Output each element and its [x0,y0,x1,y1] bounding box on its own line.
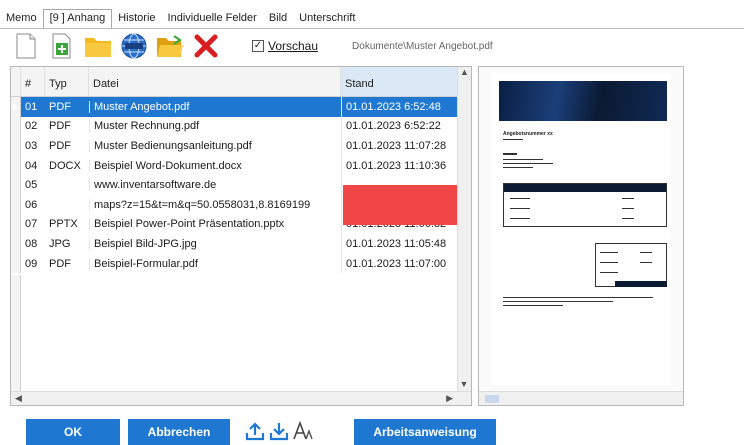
preview-doc-title: Angebotsnummer xx [503,131,553,137]
preview-checkbox[interactable]: ✓ Vorschau [252,39,318,53]
horizontal-scrollbar[interactable]: ◀ ▶ [11,391,471,405]
tab-memo[interactable]: Memo [0,9,43,28]
column-header-datei[interactable]: Datei [89,67,341,96]
tab-unterschrift[interactable]: Unterschrift [293,9,361,28]
tab-divider [0,28,744,29]
tab-bild[interactable]: Bild [263,9,293,28]
table-row[interactable]: 08 JPG Beispiel Bild-JPG.jpg 01.01.2023 … [11,234,459,254]
vertical-scrollbar[interactable]: ▲ ▼ [457,67,471,391]
table-header: # Typ Datei Stand [11,67,459,97]
table-row[interactable]: 04 DOCX Beispiel Word-Dokument.docx 01.0… [11,155,459,176]
new-document-icon[interactable] [10,31,42,61]
open-folder-icon[interactable] [154,31,186,61]
highlight-block [343,185,459,225]
preview-file-path: Dokumente\Muster Angebot.pdf [352,40,493,52]
table-row[interactable]: 02 PDF Muster Rechnung.pdf 01.01.2023 6:… [11,116,459,137]
delete-icon[interactable] [190,31,222,61]
tab-anhang[interactable]: [9 ] Anhang [42,9,113,29]
tab-historie[interactable]: Historie [112,9,161,28]
font-size-icon[interactable] [292,419,314,443]
tab-individuelle-felder[interactable]: Individuelle Felder [162,9,263,28]
preview-total-bar [615,281,667,287]
table-row[interactable]: 03 PDF Muster Bedienungsanleitung.pdf 01… [11,136,459,156]
table-row[interactable]: 09 PDF Beispiel-Formular.pdf 01.01.2023 … [11,253,459,274]
add-file-icon[interactable] [46,31,78,61]
cancel-button[interactable]: Abbrechen [128,419,230,445]
attachment-table: # Typ Datei Stand ▶ 01 PDF Muster Angebo… [10,66,472,406]
preview-scrollbar[interactable] [479,391,683,405]
column-header-number[interactable]: # [21,67,45,96]
column-header-typ[interactable]: Typ [45,67,89,96]
table-row[interactable]: ▶ 01 PDF Muster Angebot.pdf 01.01.2023 6… [11,97,459,117]
document-preview: Angebotsnummer xx [478,66,684,406]
checkbox-icon: ✓ [252,40,264,52]
preview-table [503,183,667,227]
folder-icon[interactable] [82,31,114,61]
preview-header-image [499,81,667,121]
row-indicator-icon: ▶ [11,97,21,117]
scroll-up-icon[interactable]: ▲ [458,67,471,77]
toolbar: ✓ Vorschau Dokumente\Muster Angebot.pdf [10,30,493,62]
preview-page-thumbnail: Angebotsnummer xx [491,73,671,385]
scroll-left-icon[interactable]: ◀ [15,393,22,404]
tab-bar: Memo [9 ] Anhang Historie Individuelle F… [0,6,744,29]
column-header-stand[interactable]: Stand [341,67,459,96]
scroll-down-icon[interactable]: ▼ [458,379,470,389]
ok-button[interactable]: OK [26,419,120,445]
web-link-icon[interactable] [118,31,150,61]
row-indicator-column [11,275,21,395]
work-instruction-button[interactable]: Arbeitsanweisung [354,419,496,445]
upload-icon[interactable] [244,419,266,443]
scroll-right-icon[interactable]: ▶ [446,393,453,404]
preview-label: Vorschau [268,39,319,53]
download-icon[interactable] [268,419,290,443]
